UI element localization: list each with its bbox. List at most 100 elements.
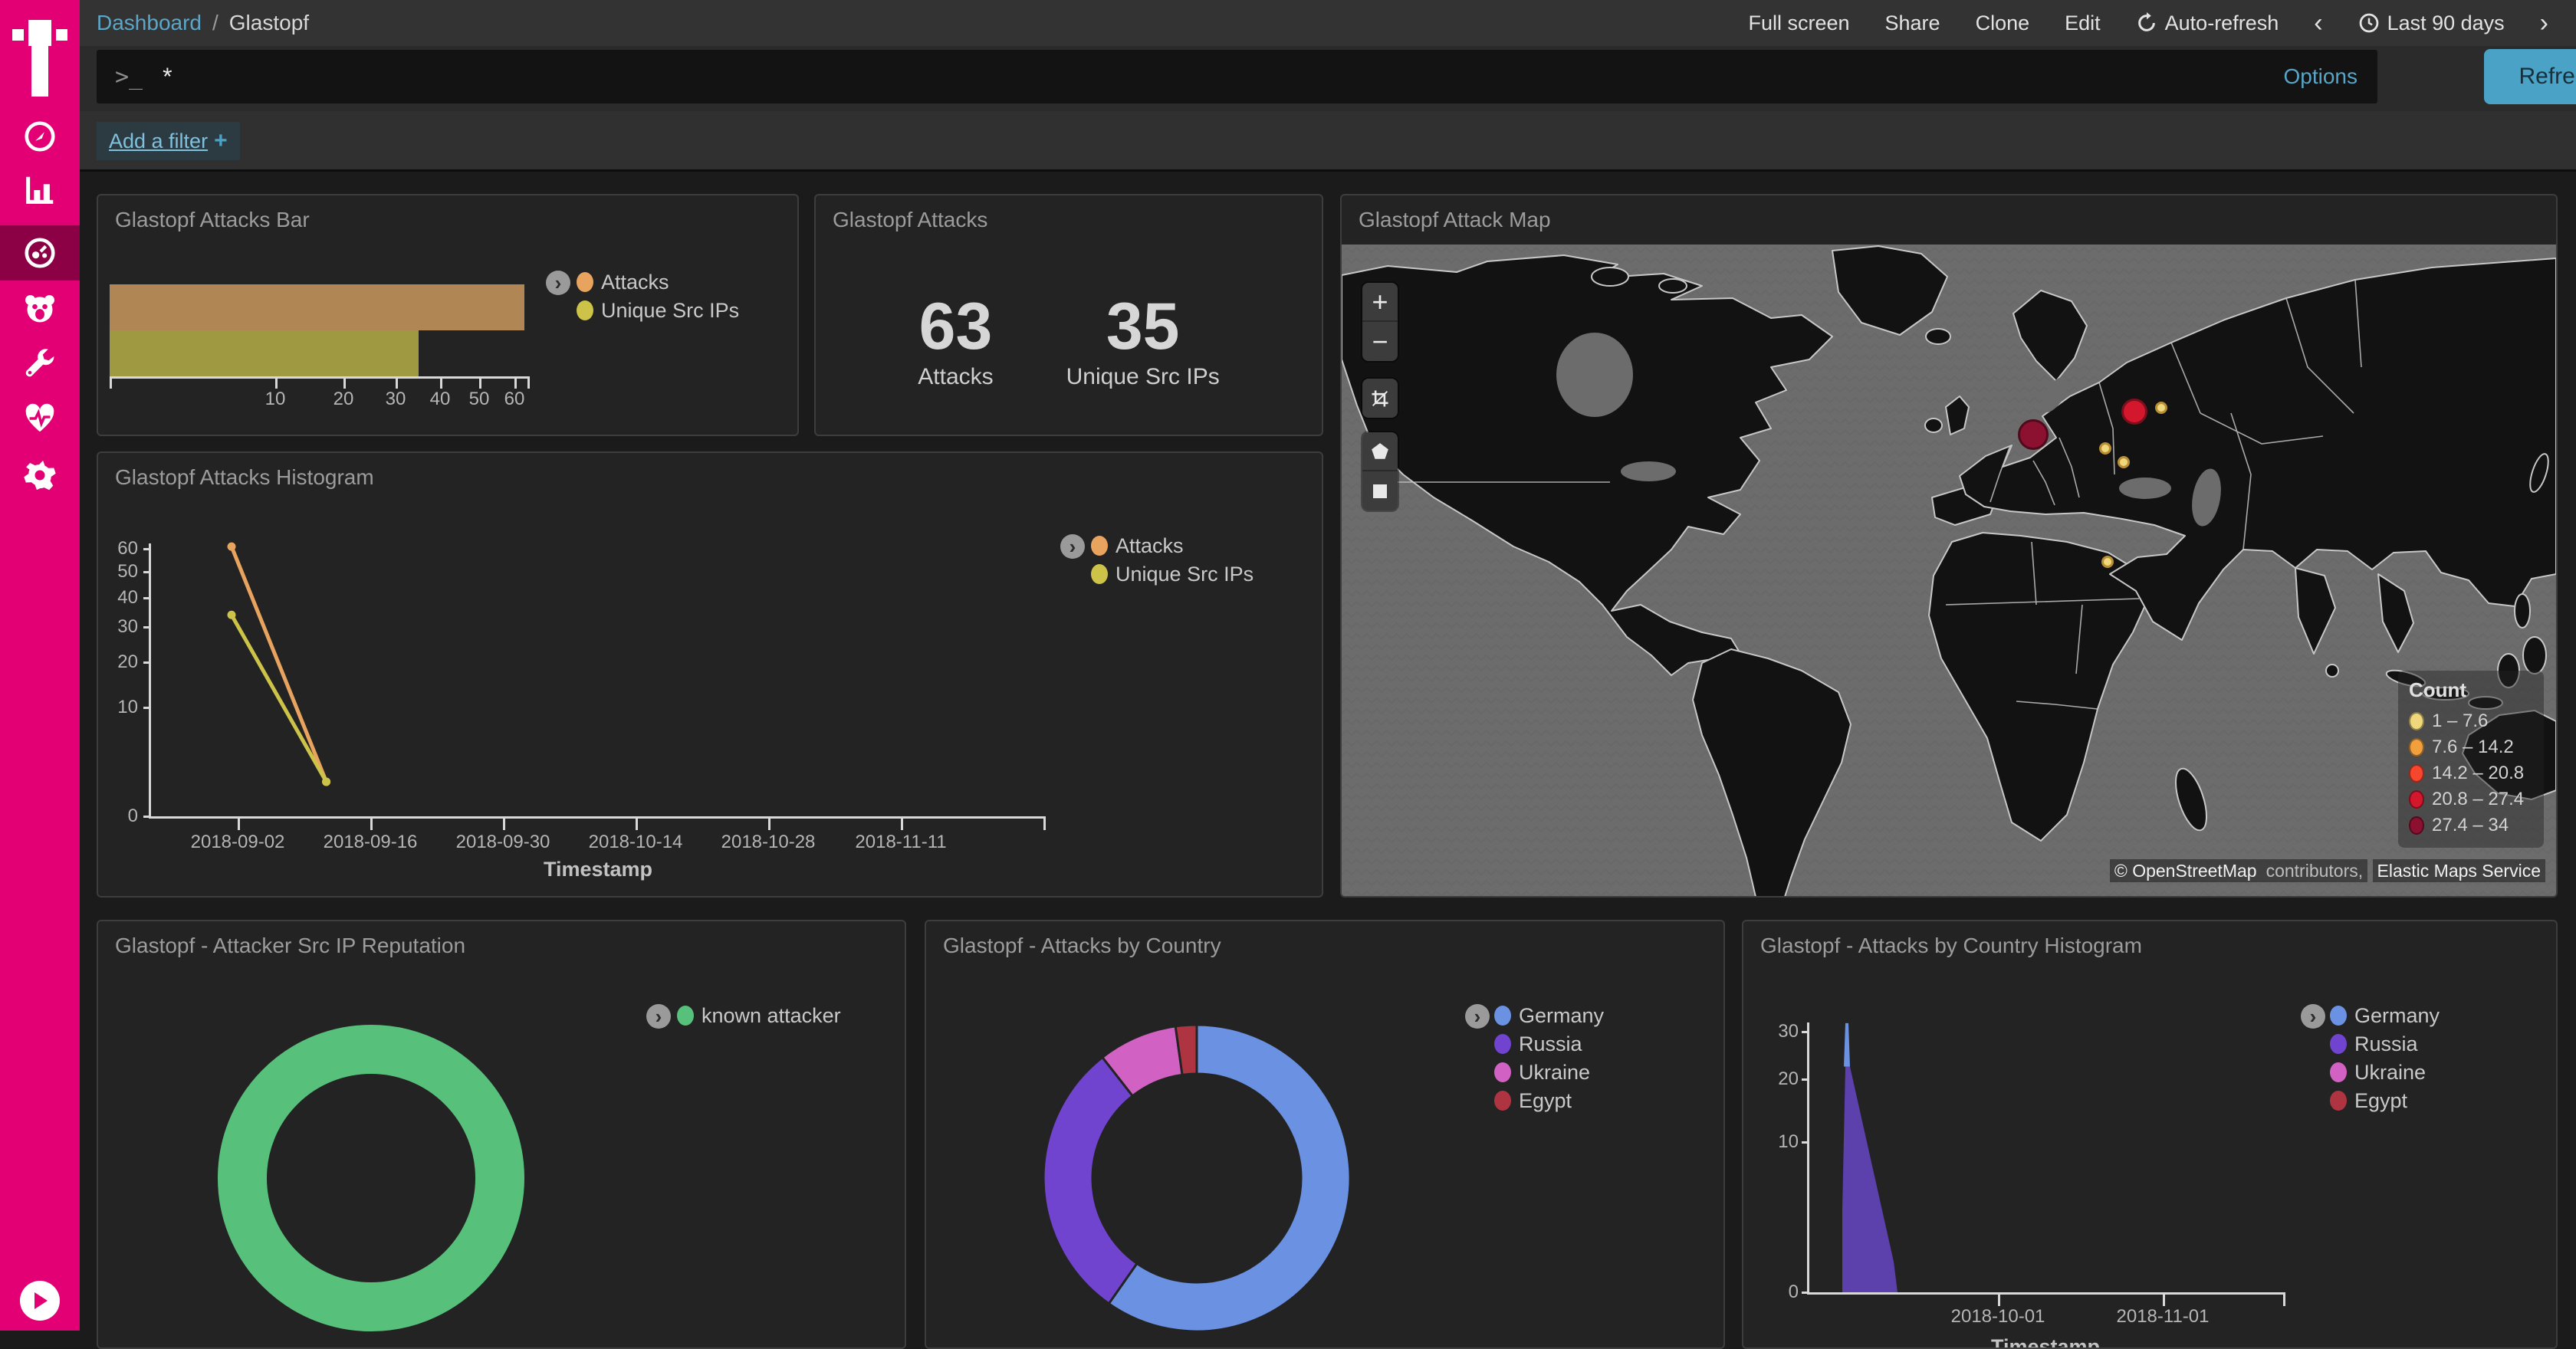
legend-toggle-icon[interactable]: › [1465,1004,1490,1029]
legend-toggle-icon[interactable]: › [546,271,570,295]
map-legend-range: 1 – 7.6 [2432,711,2488,732]
edit-button[interactable]: Edit [2065,11,2101,35]
fit-bounds-icon[interactable] [1362,379,1398,418]
heart-pulse-icon [22,401,58,436]
auto-refresh-button[interactable]: Auto-refresh [2136,11,2279,35]
legend-item-label: Egypt [2354,1089,2407,1113]
x-axis-tick [503,818,505,830]
panel-attacks-by-country: Glastopf - Attacks by Country ›GermanyRu… [925,920,1725,1349]
bar-attacks[interactable] [110,284,524,330]
legend-item-label: Ukraine [2354,1061,2426,1085]
map-legend-range: 7.6 – 14.2 [2432,737,2514,758]
x-tick-label: 40 [430,389,451,410]
panel-title: Glastopf - Attacker Src IP Reputation [115,934,465,958]
panel-attacks-metric: Glastopf Attacks 63 Attacks 35 Unique Sr… [814,194,1323,436]
world-map[interactable]: + − Count 1 – 7.67.6 – 14.214.2 – 20.820… [1342,245,2556,897]
map-draw-controls [1362,432,1398,510]
legend-toggle-icon[interactable]: › [2301,1004,2325,1029]
options-link[interactable]: Options [2284,50,2358,103]
legend-item-egypt[interactable]: Egypt [2330,1088,2407,1114]
draw-rectangle-button[interactable] [1362,471,1398,510]
legend-item-known-attacker[interactable]: known attacker [677,1003,841,1029]
x-axis-title: Timestamp [1991,1335,2100,1349]
legend-item-russia[interactable]: Russia [1494,1031,1582,1057]
y-tick-label: 60 [98,538,138,560]
map-attack-point[interactable] [2155,402,2167,414]
elastic-maps-link[interactable]: Elastic Maps Service [2373,859,2545,882]
map-attack-point[interactable] [2121,399,2147,425]
wrench-icon [22,347,58,382]
legend-item-ukraine[interactable]: Ukraine [1494,1059,1590,1085]
plus-icon: + [214,128,228,154]
legend-color-dot [2330,1062,2347,1082]
sidebar-item-discover[interactable] [0,109,80,164]
add-filter-button[interactable]: Add a filter + [97,122,240,160]
x-axis-tick [440,376,442,389]
legend-item-germany[interactable]: Germany [2330,1003,2440,1029]
panel-attacks-by-country-histogram: Glastopf - Attacks by Country Histogram … [1742,920,2558,1349]
panel-attacks-bar: Glastopf Attacks Bar 102030405060›Attack… [97,194,799,436]
map-legend-item: 27.4 – 34 [2409,812,2544,839]
legend-item-russia[interactable]: Russia [2330,1031,2418,1057]
x-axis-tick [1998,1294,2000,1306]
metric-unique-src-ips: 35 Unique Src IPs [1066,294,1220,390]
sidebar-item-management[interactable] [0,448,80,503]
expand-sidebar-button[interactable] [20,1281,60,1321]
legend-item-ukraine[interactable]: Ukraine [2330,1059,2426,1085]
map-legend-dot [2409,738,2424,757]
legend-color-dot [677,1006,694,1026]
map-legend-dot [2409,764,2424,783]
sidebar-item-dashboard[interactable] [0,225,80,281]
map-attack-point[interactable] [2099,442,2111,455]
map-attack-point[interactable] [2118,456,2130,468]
x-tick-label: 60 [504,389,525,410]
sidebar-item-timelion[interactable] [0,281,80,336]
zoom-out-button[interactable]: − [1362,322,1398,361]
zoom-in-button[interactable]: + [1362,283,1398,322]
legend-item-egypt[interactable]: Egypt [1494,1088,1572,1114]
map-attack-point[interactable] [2018,419,2049,450]
draw-polygon-button[interactable] [1362,432,1398,471]
donut-attacks-by-country[interactable] [926,921,1725,1349]
map-count-legend: Count 1 – 7.67.6 – 14.214.2 – 20.820.8 –… [2398,671,2544,848]
breadcrumb-dashboard-link[interactable]: Dashboard [97,11,202,35]
legend-item-unique-src-ips[interactable]: Unique Src IPs [1091,561,1254,587]
legend-item-label: Russia [1519,1032,1582,1056]
donut-slice-russia[interactable] [1043,1057,1137,1303]
openstreetmap-link[interactable]: © OpenStreetMap [2110,859,2262,882]
legend-toggle-icon[interactable]: › [1060,534,1085,559]
sidebar-item-dev-tools[interactable] [0,337,80,392]
map-legend-item: 14.2 – 20.8 [2409,760,2544,786]
donut-known-attacker[interactable] [218,1025,524,1331]
sidebar-item-visualize[interactable] [0,162,80,218]
legend-item-germany[interactable]: Germany [1494,1003,1604,1029]
legend-item-attacks[interactable]: Attacks [577,269,669,295]
map-attack-point[interactable] [2101,556,2114,568]
bar-unique-src-ips[interactable] [110,330,419,376]
legend-item-unique-src-ips[interactable]: Unique Src IPs [577,297,739,323]
time-back-chevron[interactable]: ‹ [2314,10,2322,36]
share-button[interactable]: Share [1885,11,1940,35]
time-range-picker[interactable]: Last 90 days [2358,11,2505,35]
search-input[interactable]: >_ * Options [97,50,2377,103]
full-screen-button[interactable]: Full screen [1748,11,1849,35]
x-axis-tick [636,818,638,830]
clone-button[interactable]: Clone [1976,11,2030,35]
telekom-logo[interactable] [12,12,67,101]
time-forward-chevron[interactable]: › [2540,10,2548,36]
legend-item-attacks[interactable]: Attacks [1091,533,1184,559]
legend-item-label: Russia [2354,1032,2418,1056]
legend-toggle-icon[interactable]: › [646,1004,671,1029]
play-arrow-icon [31,1291,49,1311]
legend-item-label: Attacks [1116,534,1184,558]
map-legend-item: 20.8 – 27.4 [2409,786,2544,812]
x-axis-tick [901,818,903,830]
y-axis-line [149,543,151,818]
sidebar-item-monitoring[interactable] [0,391,80,446]
refresh-button[interactable]: Refresh [2484,49,2576,104]
legend-color-dot [577,272,593,292]
x-tick-label: 2018-10-01 [1951,1306,2045,1328]
x-axis-line [1807,1292,2285,1295]
top-actions: Full screen Share Clone Edit Auto-refres… [1748,0,2548,46]
panel-title: Glastopf Attack Map [1359,208,1551,232]
